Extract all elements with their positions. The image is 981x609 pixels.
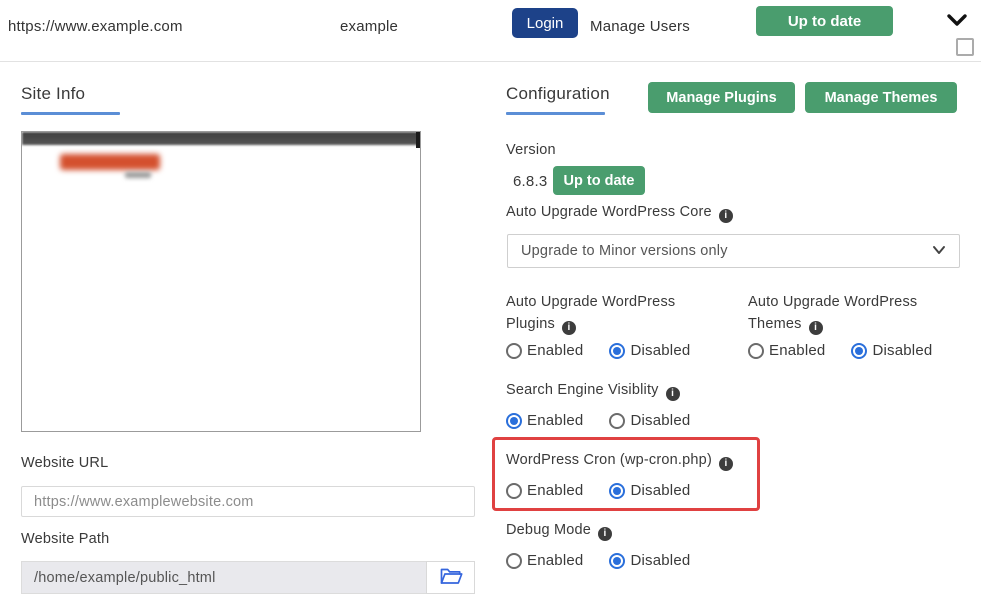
thumbnail-blurred-tagline xyxy=(125,172,151,178)
info-icon[interactable] xyxy=(809,321,823,335)
cron-disabled-option[interactable]: Disabled xyxy=(609,482,690,499)
auto-upgrade-themes-line1: Auto Upgrade WordPress xyxy=(748,294,917,310)
auto-upgrade-plugins-line2: Plugins xyxy=(506,316,555,332)
site-info-heading: Site Info xyxy=(21,84,85,104)
configuration-heading-underline xyxy=(506,112,605,115)
chevron-down-icon[interactable] xyxy=(945,10,969,30)
up-to-date-button[interactable]: Up to date xyxy=(756,6,893,36)
plugins-enabled-option[interactable]: Enabled xyxy=(506,342,583,359)
auto-upgrade-plugins-label: Auto Upgrade WordPress Plugins xyxy=(506,291,675,335)
version-up-to-date-badge: Up to date xyxy=(553,166,645,195)
thumbnail-blurred-logo xyxy=(60,154,160,170)
radio-label: Disabled xyxy=(872,342,932,359)
radio-label: Enabled xyxy=(527,412,583,429)
core-upgrade-selected-option: Upgrade to Minor versions only xyxy=(521,243,728,259)
core-upgrade-select[interactable]: Upgrade to Minor versions only xyxy=(507,234,960,268)
radio-label: Disabled xyxy=(630,342,690,359)
top-bar: https://www.example.com example Login Ma… xyxy=(0,0,981,62)
debug-radio-group: Enabled Disabled xyxy=(506,552,690,569)
radio-button[interactable] xyxy=(506,343,522,359)
themes-enabled-option[interactable]: Enabled xyxy=(748,342,825,359)
themes-radio-group: Enabled Disabled xyxy=(748,342,932,359)
auto-upgrade-themes-line2: Themes xyxy=(748,316,802,332)
manage-themes-button[interactable]: Manage Themes xyxy=(805,82,957,113)
radio-label: Enabled xyxy=(527,342,583,359)
radio-button[interactable] xyxy=(748,343,764,359)
version-label: Version xyxy=(506,142,556,158)
folder-open-icon xyxy=(439,566,463,589)
site-name-text: example xyxy=(340,18,398,35)
plugins-disabled-option[interactable]: Disabled xyxy=(609,342,690,359)
radio-button[interactable] xyxy=(506,553,522,569)
website-path-input[interactable] xyxy=(21,561,426,594)
search-engine-disabled-option[interactable]: Disabled xyxy=(609,412,690,429)
website-url-input[interactable] xyxy=(21,486,475,517)
info-icon[interactable] xyxy=(719,457,733,471)
radio-label: Disabled xyxy=(630,552,690,569)
search-engine-radio-group: Enabled Disabled xyxy=(506,412,690,429)
radio-label: Enabled xyxy=(769,342,825,359)
wordpress-cron-label: WordPress Cron (wp-cron.php) xyxy=(506,452,733,471)
info-icon[interactable] xyxy=(562,321,576,335)
plugins-radio-group: Enabled Disabled xyxy=(506,342,690,359)
debug-mode-label: Debug Mode xyxy=(506,522,612,541)
wordpress-cron-label-text: WordPress Cron (wp-cron.php) xyxy=(506,452,712,468)
radio-label: Enabled xyxy=(527,482,583,499)
thumbnail-browser-bar xyxy=(22,132,420,145)
debug-disabled-option[interactable]: Disabled xyxy=(609,552,690,569)
search-engine-enabled-option[interactable]: Enabled xyxy=(506,412,583,429)
site-preview-thumbnail[interactable] xyxy=(21,131,421,432)
auto-upgrade-plugins-line1: Auto Upgrade WordPress xyxy=(506,294,675,310)
debug-enabled-option[interactable]: Enabled xyxy=(506,552,583,569)
radio-button[interactable] xyxy=(506,483,522,499)
radio-button[interactable] xyxy=(851,343,867,359)
info-icon[interactable] xyxy=(719,209,733,223)
radio-label: Disabled xyxy=(630,412,690,429)
select-site-checkbox[interactable] xyxy=(956,38,974,56)
auto-upgrade-core-label: Auto Upgrade WordPress Core xyxy=(506,204,733,223)
website-path-group xyxy=(21,561,475,594)
search-engine-visibility-label-text: Search Engine Visiblity xyxy=(506,382,659,398)
cron-enabled-option[interactable]: Enabled xyxy=(506,482,583,499)
thumbnail-scrollbar xyxy=(416,132,420,148)
manage-plugins-button[interactable]: Manage Plugins xyxy=(648,82,795,113)
radio-label: Enabled xyxy=(527,552,583,569)
configuration-heading: Configuration xyxy=(506,84,610,104)
auto-upgrade-themes-label: Auto Upgrade WordPress Themes xyxy=(748,291,917,335)
login-button[interactable]: Login xyxy=(512,8,578,38)
radio-button[interactable] xyxy=(609,413,625,429)
radio-button[interactable] xyxy=(609,553,625,569)
radio-button[interactable] xyxy=(609,343,625,359)
search-engine-visibility-label: Search Engine Visiblity xyxy=(506,382,680,401)
radio-button[interactable] xyxy=(506,413,522,429)
debug-mode-label-text: Debug Mode xyxy=(506,522,591,538)
themes-disabled-option[interactable]: Disabled xyxy=(851,342,932,359)
cron-radio-group: Enabled Disabled xyxy=(506,482,690,499)
manage-users-link[interactable]: Manage Users xyxy=(590,18,690,35)
cron-highlight-box xyxy=(492,437,760,511)
website-url-label: Website URL xyxy=(21,455,108,471)
wp-site-manager-page: https://www.example.com example Login Ma… xyxy=(0,0,981,609)
site-info-heading-underline xyxy=(21,112,120,115)
select-chevron-down-icon xyxy=(932,243,946,259)
version-value: 6.8.3 xyxy=(513,173,547,190)
website-path-label: Website Path xyxy=(21,531,109,547)
open-folder-button[interactable] xyxy=(426,561,475,594)
radio-button[interactable] xyxy=(609,483,625,499)
site-url-text: https://www.example.com xyxy=(8,18,183,35)
radio-label: Disabled xyxy=(630,482,690,499)
info-icon[interactable] xyxy=(666,387,680,401)
info-icon[interactable] xyxy=(598,527,612,541)
auto-upgrade-core-label-text: Auto Upgrade WordPress Core xyxy=(506,204,712,220)
